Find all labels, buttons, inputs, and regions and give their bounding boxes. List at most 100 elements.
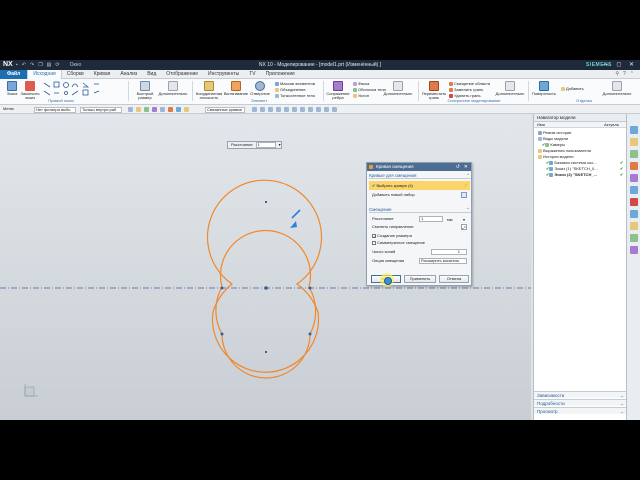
chevron-down-icon[interactable]: ▾	[279, 142, 281, 148]
rapid-dimension-button[interactable]: Быстрый размер	[132, 81, 158, 100]
curves-section-header[interactable]: Кривые для смещения ⌃	[369, 173, 471, 179]
curve-pick-icon[interactable]: ⟋	[464, 181, 467, 190]
snap-point-icon[interactable]	[284, 107, 289, 112]
details-panel[interactable]: Подробности ⌄	[534, 399, 627, 406]
snap-grid-icon[interactable]	[324, 107, 329, 112]
tab-curve[interactable]: Кривая	[89, 70, 116, 79]
edge-blend-button[interactable]: Сопряжение ребра	[325, 81, 351, 100]
menu-button[interactable]: Меню	[2, 107, 26, 113]
replace-face-button[interactable]: Заменить грань	[449, 87, 483, 92]
history-palette-icon[interactable]	[630, 186, 638, 194]
search-icon[interactable]: ⚲	[615, 71, 619, 77]
system-scenes-icon[interactable]	[630, 234, 638, 242]
manufacturing-wizard-icon[interactable]	[630, 210, 638, 218]
tree-item-cameras[interactable]: ✔ Камеры	[542, 142, 565, 147]
tree-item-datum-csys[interactable]: ✔ Базовая система коо... ✔	[546, 160, 623, 165]
tab-tv[interactable]: TV	[244, 70, 260, 79]
snap-mid-icon[interactable]	[260, 107, 265, 112]
add-new-set-row[interactable]: Добавить новый набор	[372, 192, 469, 198]
unit-label[interactable]: мм	[447, 217, 453, 222]
apply-button[interactable]: Применить	[404, 275, 436, 283]
column-updated[interactable]: Актуаль	[604, 122, 619, 128]
tab-application[interactable]: Приложение	[261, 70, 300, 79]
reset-icon[interactable]: ↺	[456, 163, 460, 171]
part-navigator-icon[interactable]	[630, 126, 638, 134]
unite-button[interactable]: Объединение	[275, 87, 306, 92]
orient-icon[interactable]	[168, 107, 173, 112]
more-feature-button[interactable]: Дополнительно	[383, 81, 413, 96]
distance-input[interactable]: 1	[419, 216, 443, 222]
more-sketch-button[interactable]: Дополнительно	[158, 81, 188, 96]
sketch-button[interactable]: Эскиз	[2, 81, 22, 96]
process-studio-icon[interactable]	[630, 198, 638, 206]
distance-popup-input[interactable]: 1	[255, 142, 276, 148]
copies-stepper[interactable]: 1	[431, 249, 467, 255]
chevron-down-icon[interactable]: ▾	[463, 217, 465, 222]
preview-panel[interactable]: Просмотр ⌄	[534, 407, 627, 414]
chamfer-button[interactable]: Фаска	[353, 81, 369, 86]
symmetric-offset-checkbox[interactable]: Симметричное смещение	[372, 240, 469, 246]
layer-icon[interactable]	[160, 107, 165, 112]
roles-icon[interactable]	[630, 222, 638, 230]
original-curve[interactable]	[215, 229, 317, 379]
reverse-direction-icon[interactable]: ⤢	[461, 224, 467, 230]
column-name[interactable]: Имя	[537, 122, 545, 128]
hole-button[interactable]: Отверстие	[249, 81, 271, 96]
checkbox-unchecked[interactable]	[372, 240, 376, 245]
tree-item-sketch-2[interactable]: ✔ Эскиз (2) "SKETCH_... ✔	[546, 172, 623, 177]
constraint-navigator-icon[interactable]	[630, 150, 638, 158]
add-set-icon[interactable]	[461, 192, 467, 198]
minimize-ribbon-icon[interactable]: ⌃	[630, 71, 634, 77]
reuse-library-icon[interactable]	[630, 162, 638, 170]
window-controls[interactable]: — ◻ ✕	[603, 61, 637, 68]
snap-tangent-icon[interactable]	[300, 107, 305, 112]
offset-region-button[interactable]: Смещение области	[449, 81, 490, 86]
snap-onpoint-icon[interactable]	[308, 107, 313, 112]
web-browser-icon[interactable]	[630, 174, 638, 182]
snap-quadrant-icon[interactable]	[292, 107, 297, 112]
assembly-navigator-icon[interactable]	[630, 138, 638, 146]
tab-render[interactable]: Отображение	[161, 70, 203, 79]
tree-item-user-expressions[interactable]: Выражения пользователя	[538, 148, 591, 153]
close-icon[interactable]: ✕	[464, 163, 468, 171]
shell-button[interactable]: Оболочка тела	[353, 87, 386, 92]
curve-rule-select[interactable]: Связанные кривые	[205, 106, 245, 113]
offset-section-header[interactable]: Смещение ⌃	[369, 207, 471, 213]
add-button[interactable]: Добавить	[561, 86, 584, 91]
file-tab[interactable]: Файл	[0, 69, 28, 79]
selection-scope-select[interactable]: Только внутри раб	[80, 106, 122, 113]
curve-endpoints[interactable]	[220, 201, 312, 353]
snap-icon[interactable]	[128, 107, 133, 112]
create-dimension-checkbox[interactable]: ✓Создание размера	[372, 233, 469, 239]
sketch-tools-grid[interactable]	[42, 81, 112, 97]
extrude-button[interactable]: Вытягивание	[223, 81, 249, 96]
draft-button[interactable]: Уклон	[353, 93, 369, 98]
tab-assemblies[interactable]: Сборки	[62, 70, 89, 79]
snap-end-icon[interactable]	[252, 107, 257, 112]
cancel-button[interactable]: Отмена	[439, 275, 469, 283]
tree-item-model-views[interactable]: Виды модели	[538, 136, 568, 141]
filter-icon[interactable]	[136, 107, 141, 112]
offset-option-select[interactable]: Расширить касатель	[419, 258, 467, 264]
more-synch-button[interactable]: Дополнительно	[495, 81, 525, 96]
surface-button[interactable]: Поверхность	[531, 81, 557, 96]
tab-tools[interactable]: Инструменты	[203, 70, 244, 79]
dependencies-panel[interactable]: Зависимости ⌄	[534, 391, 627, 398]
view-icon[interactable]	[152, 107, 157, 112]
offset-curve[interactable]	[206, 179, 323, 373]
snap-more-icon[interactable]	[332, 107, 337, 112]
tab-home[interactable]: Исходная	[27, 69, 62, 79]
select-curve-row[interactable]: ✔ Выбрать кривую (4) ⟋	[369, 181, 470, 190]
zoom-icon[interactable]	[184, 107, 189, 112]
tab-analysis[interactable]: Анализ	[115, 70, 142, 79]
hd3d-icon[interactable]	[630, 246, 638, 254]
checkbox-checked[interactable]: ✓	[372, 233, 376, 238]
help-icon[interactable]: ?	[623, 71, 626, 77]
snap-onbound-icon[interactable]	[316, 107, 321, 112]
pattern-feature-button[interactable]: Массив элементов	[275, 81, 315, 86]
snap-center-icon[interactable]	[268, 107, 273, 112]
type-filter-select[interactable]: Нет фильтра выбо	[34, 106, 76, 113]
tab-view[interactable]: Вид	[142, 70, 161, 79]
offset-direction-arrow[interactable]	[290, 209, 301, 228]
reverse-direction-row[interactable]: Сменить направление ⤢	[372, 224, 469, 230]
